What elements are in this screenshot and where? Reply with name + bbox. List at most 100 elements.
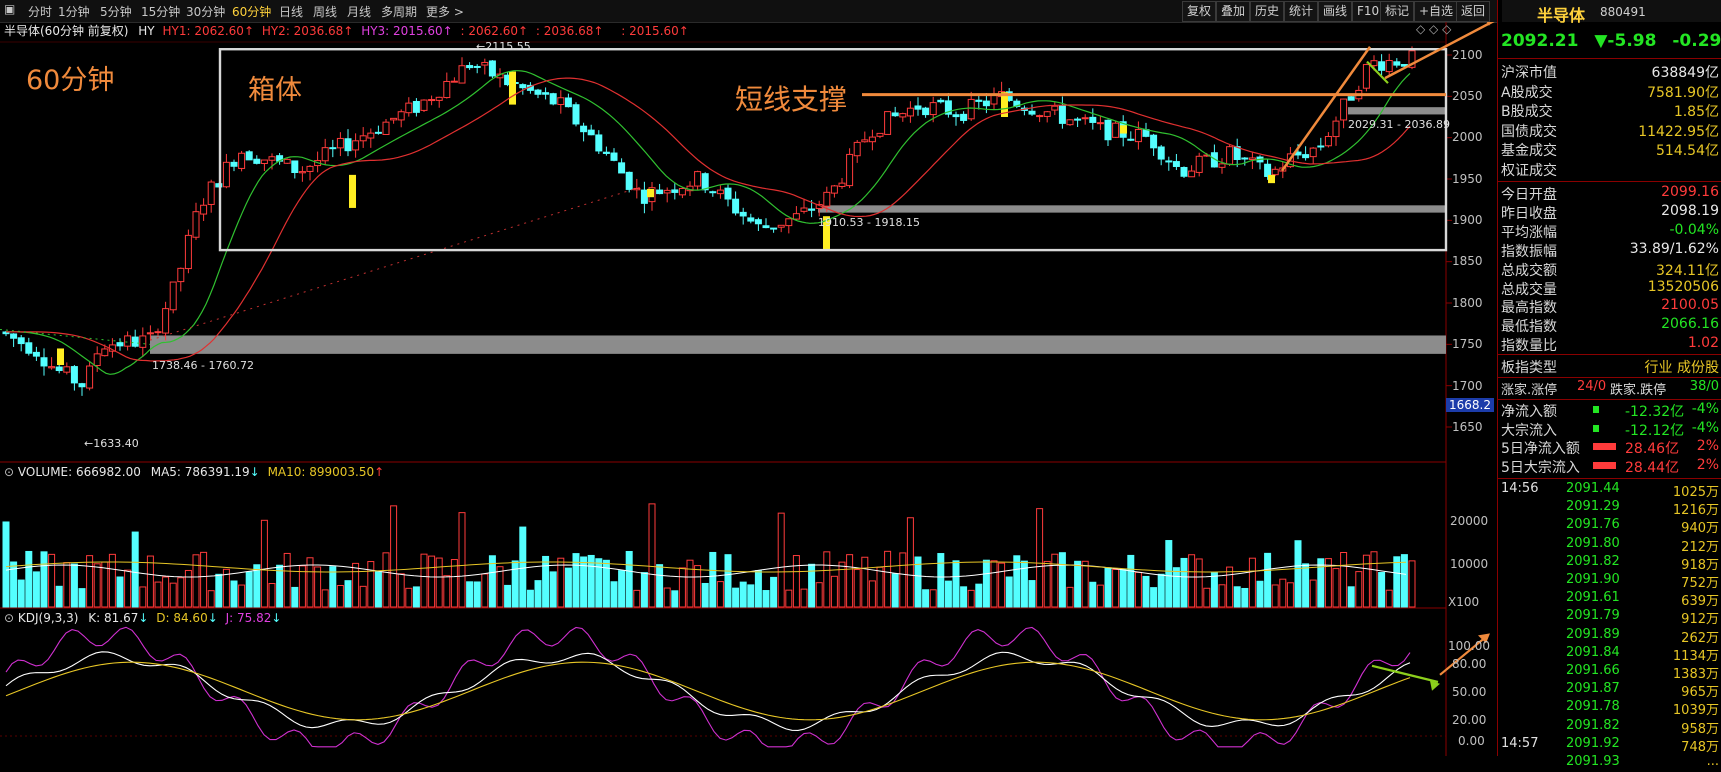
mark-button[interactable]: 标记 <box>1380 1 1415 22</box>
candle-body <box>610 152 618 161</box>
price-pct: -0.29% <box>1672 31 1721 51</box>
market-stat-label: 沪深市值 <box>1501 65 1557 81</box>
market-stat-row: 沪深市值 638849亿 <box>1501 62 1719 81</box>
candle-body <box>154 331 162 334</box>
draw-line-button[interactable]: 画线 <box>1318 1 1353 22</box>
overlay-button[interactable]: 叠加 <box>1216 1 1251 22</box>
candle-body <box>1089 116 1097 123</box>
candle-body <box>542 92 550 95</box>
volume-bar <box>800 588 808 608</box>
volume-bar <box>716 581 724 608</box>
tab-period-more[interactable]: 更多 > <box>426 3 464 20</box>
volume-bar <box>70 563 78 608</box>
tab-period-day[interactable]: 日线 <box>279 3 303 20</box>
candle-body <box>739 211 747 217</box>
candle-body <box>716 189 724 195</box>
candle-body <box>458 65 466 84</box>
candle-body <box>1066 119 1074 126</box>
volume-bar <box>1028 580 1036 608</box>
candle-body <box>238 152 246 169</box>
fund-flow-pct: 2% <box>1696 456 1719 473</box>
candle-body <box>1172 161 1180 167</box>
volume-bar <box>184 569 192 608</box>
volume-bar <box>944 580 952 608</box>
volume-bar <box>1355 571 1363 608</box>
candle-body <box>580 125 588 133</box>
candle-body <box>1309 147 1317 158</box>
index-stat-row: 平均涨幅 -0.04% <box>1501 222 1719 241</box>
tick-volume: 212万 <box>1681 539 1719 555</box>
window-icon[interactable]: ▣ <box>4 2 15 16</box>
volume-bar <box>1081 560 1089 608</box>
volume-bar <box>352 562 360 608</box>
volume-bar <box>724 554 732 608</box>
kdj-toggle-icon[interactable]: ⊙ <box>4 611 14 625</box>
tab-period-60min[interactable]: 60分钟 <box>232 3 271 20</box>
volume-toggle-icon[interactable]: ⊙ <box>4 465 14 479</box>
candle-body <box>853 141 861 157</box>
tab-period-0[interactable]: 分时 <box>28 3 52 20</box>
tick-row: 2091.87 965万 <box>1498 681 1719 700</box>
volume-bar <box>496 566 504 608</box>
volume-axis-20000: 20000 <box>1450 514 1489 528</box>
volume-bar <box>1005 576 1013 608</box>
fund-flow-pct: -4% <box>1691 419 1719 436</box>
candle-body <box>48 366 56 369</box>
volume-bar <box>868 580 876 608</box>
zoom-icons[interactable]: ◇ ◇ ◇ <box>1416 22 1451 36</box>
kdj-d: D: 84.60 <box>156 611 208 625</box>
tab-period-month[interactable]: 月线 <box>347 3 371 20</box>
candle-body <box>291 160 299 174</box>
candle-body <box>914 105 922 110</box>
tab-period-2[interactable]: 5分钟 <box>100 3 132 20</box>
volume-bar <box>1043 560 1051 608</box>
candle-body <box>587 129 595 136</box>
candle-body <box>671 189 679 193</box>
candle-body <box>78 383 86 388</box>
add-watchlist-button[interactable]: +自选 <box>1414 1 1459 22</box>
volume-bar <box>177 577 185 608</box>
tick-price: 2091.79 <box>1566 608 1620 624</box>
candle-body <box>618 162 626 174</box>
candle-body <box>1248 157 1256 160</box>
candle-body <box>534 89 542 95</box>
tick-row: 2091.80 212万 <box>1498 536 1719 555</box>
candle-body <box>1058 105 1066 124</box>
candle-body <box>770 227 778 230</box>
candle-body <box>823 191 831 207</box>
volume-bar <box>891 573 899 608</box>
tick-volume: 639万 <box>1681 594 1719 610</box>
volume-bar <box>86 555 94 608</box>
back-button[interactable]: 返回 <box>1456 1 1491 22</box>
kline-chart-area[interactable]: 半导体(60分钟 前复权) HY HY1: 2062.60↑ HY2: 2036… <box>0 22 1496 756</box>
market-stat-value: 638849亿 <box>1651 65 1719 81</box>
volume-bar <box>1203 587 1211 608</box>
fund-flow-bar <box>1593 406 1599 413</box>
tab-period-4[interactable]: 30分钟 <box>186 3 225 20</box>
tick-row: 14:56 2091.44 1025万 <box>1498 481 1719 500</box>
candle-body <box>967 98 975 120</box>
tab-period-1[interactable]: 1分钟 <box>58 3 90 20</box>
index-stat-row: 指数振幅 33.89/1.62% <box>1501 241 1719 260</box>
tab-period-week[interactable]: 周线 <box>313 3 337 20</box>
candle-body <box>450 80 458 83</box>
volume-bar <box>1218 584 1226 608</box>
stats-button[interactable]: 统计 <box>1284 1 1319 22</box>
tab-period-3[interactable]: 15分钟 <box>141 3 180 20</box>
market-stat-label: A股成交 <box>1501 84 1553 101</box>
volume-bar <box>678 567 686 608</box>
tick-price: 2091.93 <box>1566 754 1620 769</box>
fuquan-button[interactable]: 复权 <box>1182 1 1217 22</box>
candle-body <box>1028 110 1036 115</box>
tab-period-multi[interactable]: 多周期 <box>381 3 417 20</box>
tick-price: 2091.89 <box>1566 626 1620 642</box>
candle-body <box>868 136 876 143</box>
price-axis-1900: 1900 <box>1452 213 1483 227</box>
volume-bar <box>1074 560 1082 608</box>
volume-bar <box>169 582 177 608</box>
candle-body <box>1340 98 1348 121</box>
volume-bar <box>815 582 823 608</box>
fund-flow-label: 5日净流入额 <box>1501 441 1580 457</box>
history-button[interactable]: 历史 <box>1250 1 1285 22</box>
fund-flow-row: 5日大宗流入 28.44亿 2% <box>1501 457 1719 476</box>
